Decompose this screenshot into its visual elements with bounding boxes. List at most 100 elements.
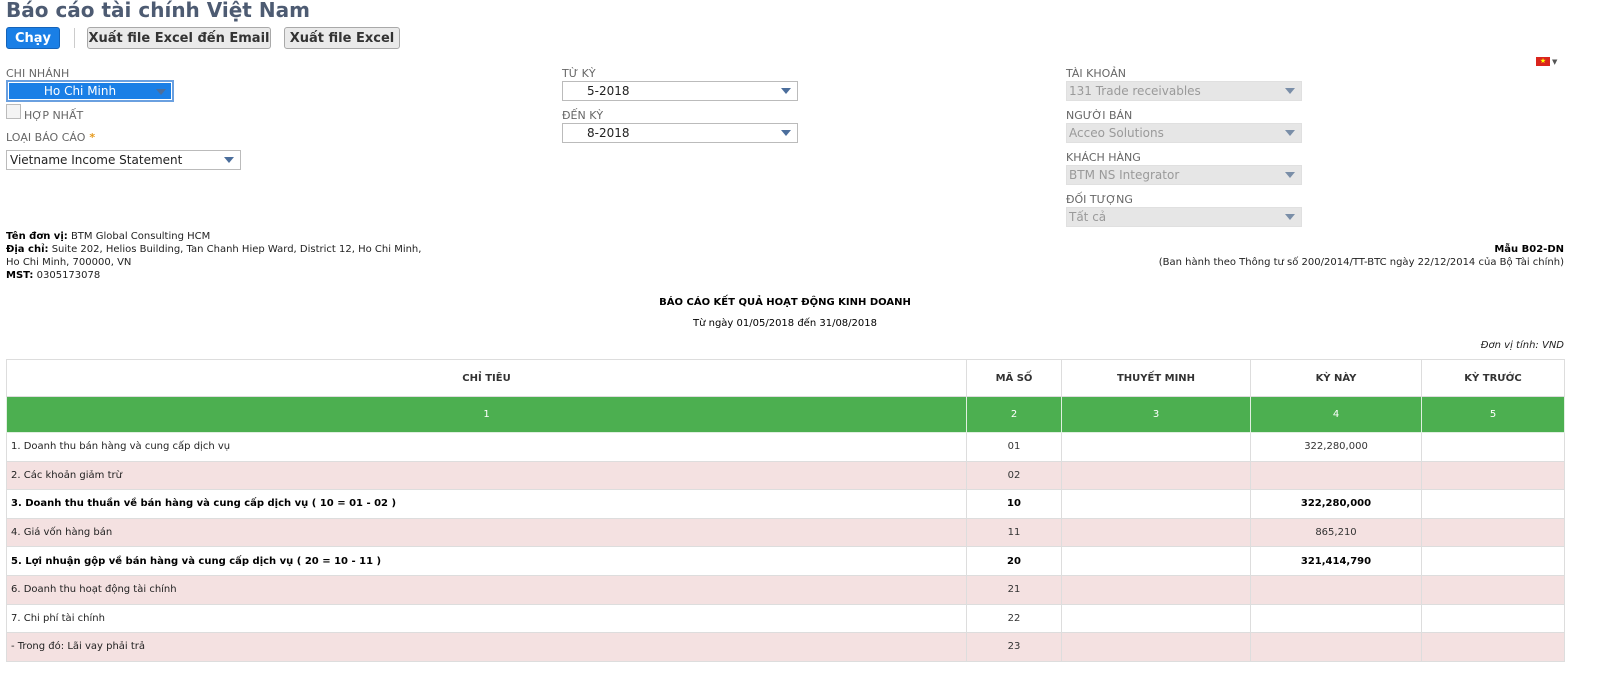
row-code: 10	[966, 489, 1062, 519]
from-period-value: 5-2018	[587, 84, 630, 98]
consolidate-checkbox[interactable]	[6, 104, 21, 119]
chevron-down-icon[interactable]: ▼	[1552, 58, 1557, 66]
report-date-range: Từ ngày 01/05/2018 đến 31/08/2018	[692, 318, 877, 329]
table-row: 1. Doanh thu bán hàng và cung cấp dịch v…	[6, 432, 1565, 462]
form-regulation: (Ban hành theo Thông tư số 200/2014/TT-B…	[1158, 257, 1564, 268]
object-select: Tất cả	[1066, 207, 1302, 227]
company-address-line2: Ho Chi Minh, 700000, VN	[6, 257, 132, 268]
chevron-down-icon	[1285, 214, 1295, 220]
report-type-label: LOẠI BÁO CÁO *	[6, 131, 95, 144]
row-code: 11	[966, 517, 1062, 548]
column-number-row: 1 2 3 4 5	[6, 396, 1565, 433]
table-row: 5. Lợi nhuận gộp về bán hàng và cung cấp…	[6, 546, 1565, 576]
row-code: 21	[966, 574, 1062, 605]
table-row: 3. Doanh thu thuần về bán hàng và cung c…	[6, 489, 1565, 519]
row-current: 322,280,000	[1250, 489, 1422, 519]
chevron-down-icon	[224, 157, 234, 163]
column-header: CHỈ TIÊU	[6, 359, 967, 397]
row-code: 22	[966, 603, 1062, 634]
row-previous	[1421, 489, 1565, 519]
row-note	[1061, 632, 1251, 662]
row-current: 321,414,790	[1250, 546, 1422, 576]
row-item: 5. Lợi nhuận gộp về bán hàng và cung cấp…	[6, 546, 967, 576]
column-header: KỲ TRƯỚC	[1421, 359, 1565, 397]
income-statement-table: CHỈ TIÊU MÃ SỐ THUYẾT MINH KỲ NÀY KỲ TRƯ…	[6, 359, 1565, 662]
from-period-label: TỪ KỲ	[562, 67, 596, 80]
row-previous	[1421, 460, 1565, 491]
row-previous	[1421, 546, 1565, 576]
row-current	[1250, 603, 1422, 634]
company-tax-label: MST:	[6, 270, 34, 281]
chevron-down-icon	[1285, 88, 1295, 94]
customer-value: BTM NS Integrator	[1069, 168, 1180, 182]
run-button[interactable]: Chạy	[6, 27, 60, 49]
column-header: MÃ SỐ	[966, 359, 1062, 397]
from-period-select[interactable]: 5-2018	[562, 81, 798, 101]
report-unit: Đơn vị tính: VND	[1480, 340, 1564, 351]
row-previous	[1421, 603, 1565, 634]
report-type-label-text: LOẠI BÁO CÁO	[6, 131, 86, 144]
vendor-label: NGƯỜI BÁN	[1066, 109, 1133, 122]
column-number: 4	[1250, 396, 1422, 433]
row-note	[1061, 489, 1251, 519]
account-label: TÀI KHOẢN	[1066, 67, 1127, 80]
row-item: - Trong đó: Lãi vay phải trả	[6, 632, 967, 662]
table-row: - Trong đó: Lãi vay phải trả 23	[6, 632, 1565, 662]
row-code: 01	[966, 432, 1062, 462]
report-type-select[interactable]: Vietname Income Statement	[6, 150, 241, 170]
consolidate-label: HỢP NHẤT	[24, 109, 84, 122]
column-number: 1	[6, 396, 967, 433]
table-row: 2. Các khoản giảm trừ 02	[6, 460, 1565, 491]
row-note	[1061, 432, 1251, 462]
to-period-value: 8-2018	[587, 126, 630, 140]
vietnam-flag-icon[interactable]: ★	[1536, 57, 1550, 66]
form-info: Mẫu B02-DN (Ban hành theo Thông tư số 20…	[1159, 243, 1564, 269]
row-item: 2. Các khoản giảm trừ	[6, 460, 967, 491]
object-label: ĐỐI TƯỢNG	[1066, 193, 1133, 206]
vendor-select: Acceo Solutions	[1066, 123, 1302, 143]
row-note	[1061, 574, 1251, 605]
column-header: THUYẾT MINH	[1061, 359, 1251, 397]
company-info: Tên đơn vị: BTM Global Consulting HCM Đị…	[6, 230, 421, 282]
account-select: 131 Trade receivables	[1066, 81, 1302, 101]
row-code: 02	[966, 460, 1062, 491]
row-current	[1250, 632, 1422, 662]
required-marker: *	[89, 131, 96, 144]
row-item: 3. Doanh thu thuần về bán hàng và cung c…	[6, 489, 967, 519]
to-period-select[interactable]: 8-2018	[562, 123, 798, 143]
page-title: Báo cáo tài chính Việt Nam	[6, 0, 310, 22]
row-previous	[1421, 574, 1565, 605]
row-previous	[1421, 432, 1565, 462]
chevron-down-icon	[156, 89, 166, 95]
branch-select-value: Ho Chi Minh	[9, 83, 171, 99]
company-name: BTM Global Consulting HCM	[70, 231, 211, 242]
row-previous	[1421, 632, 1565, 662]
export-excel-button[interactable]: Xuất file Excel	[284, 27, 400, 49]
table-row: 7. Chi phí tài chính 22	[6, 603, 1565, 634]
table-header-row: CHỈ TIÊU MÃ SỐ THUYẾT MINH KỲ NÀY KỲ TRƯ…	[6, 359, 1565, 397]
account-value: 131 Trade receivables	[1069, 84, 1201, 98]
row-current: 865,210	[1250, 517, 1422, 548]
customer-label: KHÁCH HÀNG	[1066, 151, 1141, 164]
branch-select[interactable]: Ho Chi Minh	[6, 80, 174, 102]
company-name-label: Tên đơn vị:	[6, 231, 68, 242]
report-type-value: Vietname Income Statement	[10, 153, 183, 167]
customer-select: BTM NS Integrator	[1066, 165, 1302, 185]
table-row: 4. Giá vốn hàng bán 11 865,210	[6, 517, 1565, 548]
chevron-down-icon	[1285, 130, 1295, 136]
export-excel-email-button[interactable]: Xuất file Excel đến Email	[87, 27, 271, 49]
row-note	[1061, 517, 1251, 548]
row-item: 4. Giá vốn hàng bán	[6, 517, 967, 548]
row-item: 6. Doanh thu hoạt động tài chính	[6, 574, 967, 605]
chevron-down-icon	[781, 130, 791, 136]
branch-label: CHI NHÁNH	[6, 67, 70, 80]
column-header: KỲ NÀY	[1250, 359, 1422, 397]
row-code: 23	[966, 632, 1062, 662]
row-previous	[1421, 517, 1565, 548]
row-note	[1061, 603, 1251, 634]
vendor-value: Acceo Solutions	[1069, 126, 1164, 140]
row-item: 7. Chi phí tài chính	[6, 603, 967, 634]
column-number: 5	[1421, 396, 1565, 433]
row-item: 1. Doanh thu bán hàng và cung cấp dịch v…	[6, 432, 967, 462]
to-period-label: ĐẾN KỲ	[562, 109, 604, 122]
